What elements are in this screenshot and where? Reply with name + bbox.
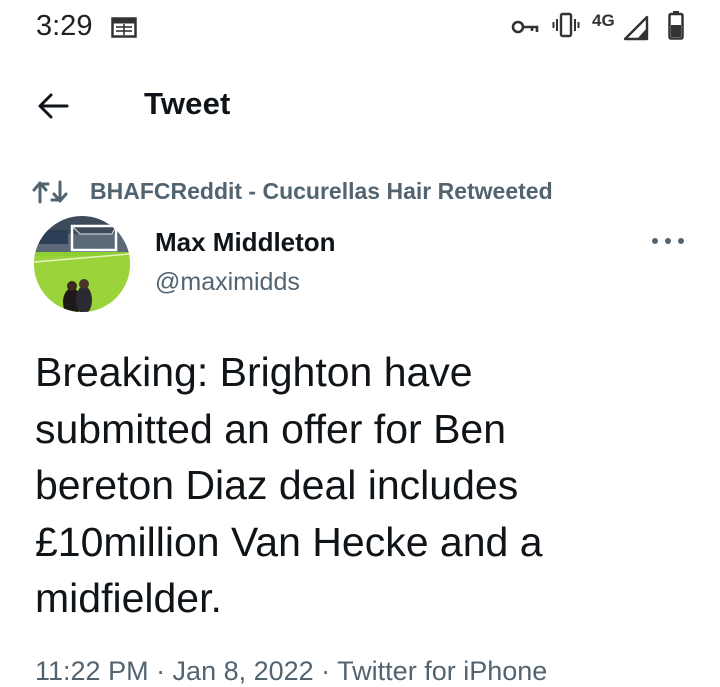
back-arrow-icon[interactable] <box>36 89 70 123</box>
tweet-timestamp: 11:22 PM · Jan 8, 2022 · Twitter for iPh… <box>35 656 548 686</box>
author-name[interactable]: Max Middleton <box>155 227 336 258</box>
avatar-photo <box>34 216 130 312</box>
status-bar: 3:29 4G <box>0 0 720 56</box>
tweet-line: bereton Diaz deal includes <box>35 462 519 508</box>
network-type: 4G <box>592 11 615 30</box>
vibrate-icon <box>552 12 580 38</box>
tweet-line: midfielder. <box>35 575 222 621</box>
tweet-text: Breaking: Brighton have submitted an off… <box>35 344 695 627</box>
retweet-context[interactable]: BHAFCReddit - Cucurellas Hair Retweeted <box>32 176 692 208</box>
more-options-icon[interactable] <box>650 232 686 250</box>
retweet-icon <box>32 180 68 204</box>
status-time: 3:29 <box>36 10 93 42</box>
tweet-line: Breaking: Brighton have <box>35 349 473 395</box>
vpn-key-icon <box>511 20 539 34</box>
page-title: Tweet <box>144 86 231 121</box>
author-handle: @maximidds <box>155 268 300 296</box>
tweet-line: £10million Van Hecke and a <box>35 518 543 565</box>
calendar-icon <box>111 17 137 38</box>
avatar[interactable] <box>34 216 130 312</box>
tweet-line: submitted an offer for Ben <box>35 405 507 452</box>
battery-icon <box>668 11 684 40</box>
retweet-label: BHAFCReddit - Cucurellas Hair Retweeted <box>90 178 553 204</box>
signal-icon <box>623 15 649 41</box>
top-app-bar: Tweet <box>0 70 720 140</box>
